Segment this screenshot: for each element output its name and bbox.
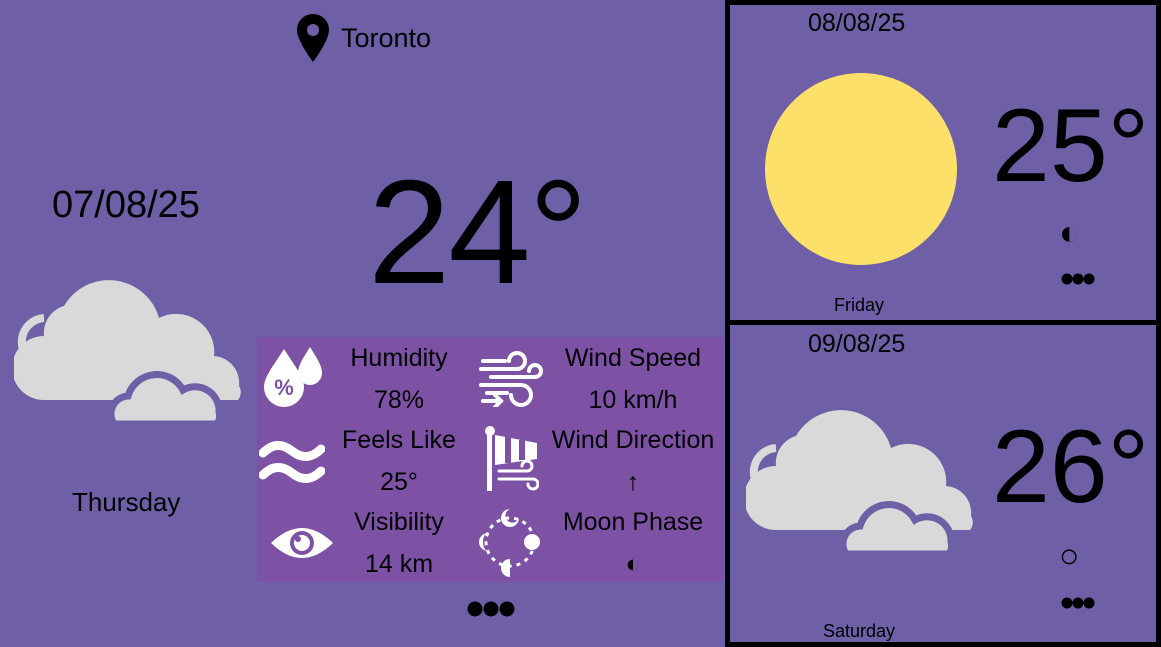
- forecast-moon-phase: ◐: [1059, 214, 1080, 252]
- more-options-icon[interactable]: [1061, 596, 1095, 610]
- wind-speed-label: Wind Speed: [564, 344, 702, 372]
- forecast-card[interactable]: 09/08/25 26° ○ Saturday: [725, 320, 1161, 647]
- feels-like-label: Feels Like: [342, 426, 456, 454]
- location-name: Toronto: [341, 23, 432, 53]
- forecast-date: 09/08/25: [808, 330, 906, 358]
- forecast-card[interactable]: 08/08/25 25° ◐ Friday: [725, 0, 1161, 325]
- forecast-day: Friday: [834, 295, 885, 315]
- today-date: 07/08/25: [52, 184, 200, 226]
- forecast-temperature: 26°: [992, 409, 1150, 525]
- forecast-date: 08/08/25: [808, 9, 906, 37]
- moon-phase-label: Moon Phase: [562, 508, 704, 536]
- cloudy-icon: [14, 280, 241, 428]
- more-options-icon[interactable]: [467, 600, 515, 618]
- wind-direction-value: ↑: [626, 468, 640, 496]
- today-day: Thursday: [72, 487, 181, 517]
- map-pin-icon: [297, 14, 329, 62]
- humidity-label: Humidity: [350, 344, 448, 372]
- forecast-day: Saturday: [823, 621, 896, 641]
- humidity-value: 78%: [373, 386, 425, 414]
- feels-like-value: 25°: [380, 468, 418, 496]
- weather-details-panel: % Humidity 78% Feels Like 25° Visibility…: [257, 337, 724, 582]
- moon-phase-value: ◐: [625, 550, 641, 578]
- forecast-temperature: 25°: [992, 88, 1150, 204]
- today-temperature: 24°: [368, 150, 588, 315]
- cloudy-icon: [746, 410, 973, 558]
- wind-speed-value: 10 km/h: [588, 386, 678, 414]
- forecast-moon-phase: ○: [1059, 537, 1080, 575]
- wind-direction-label: Wind Direction: [551, 426, 715, 454]
- sun-icon: [765, 73, 957, 265]
- more-options-icon[interactable]: [1061, 272, 1095, 286]
